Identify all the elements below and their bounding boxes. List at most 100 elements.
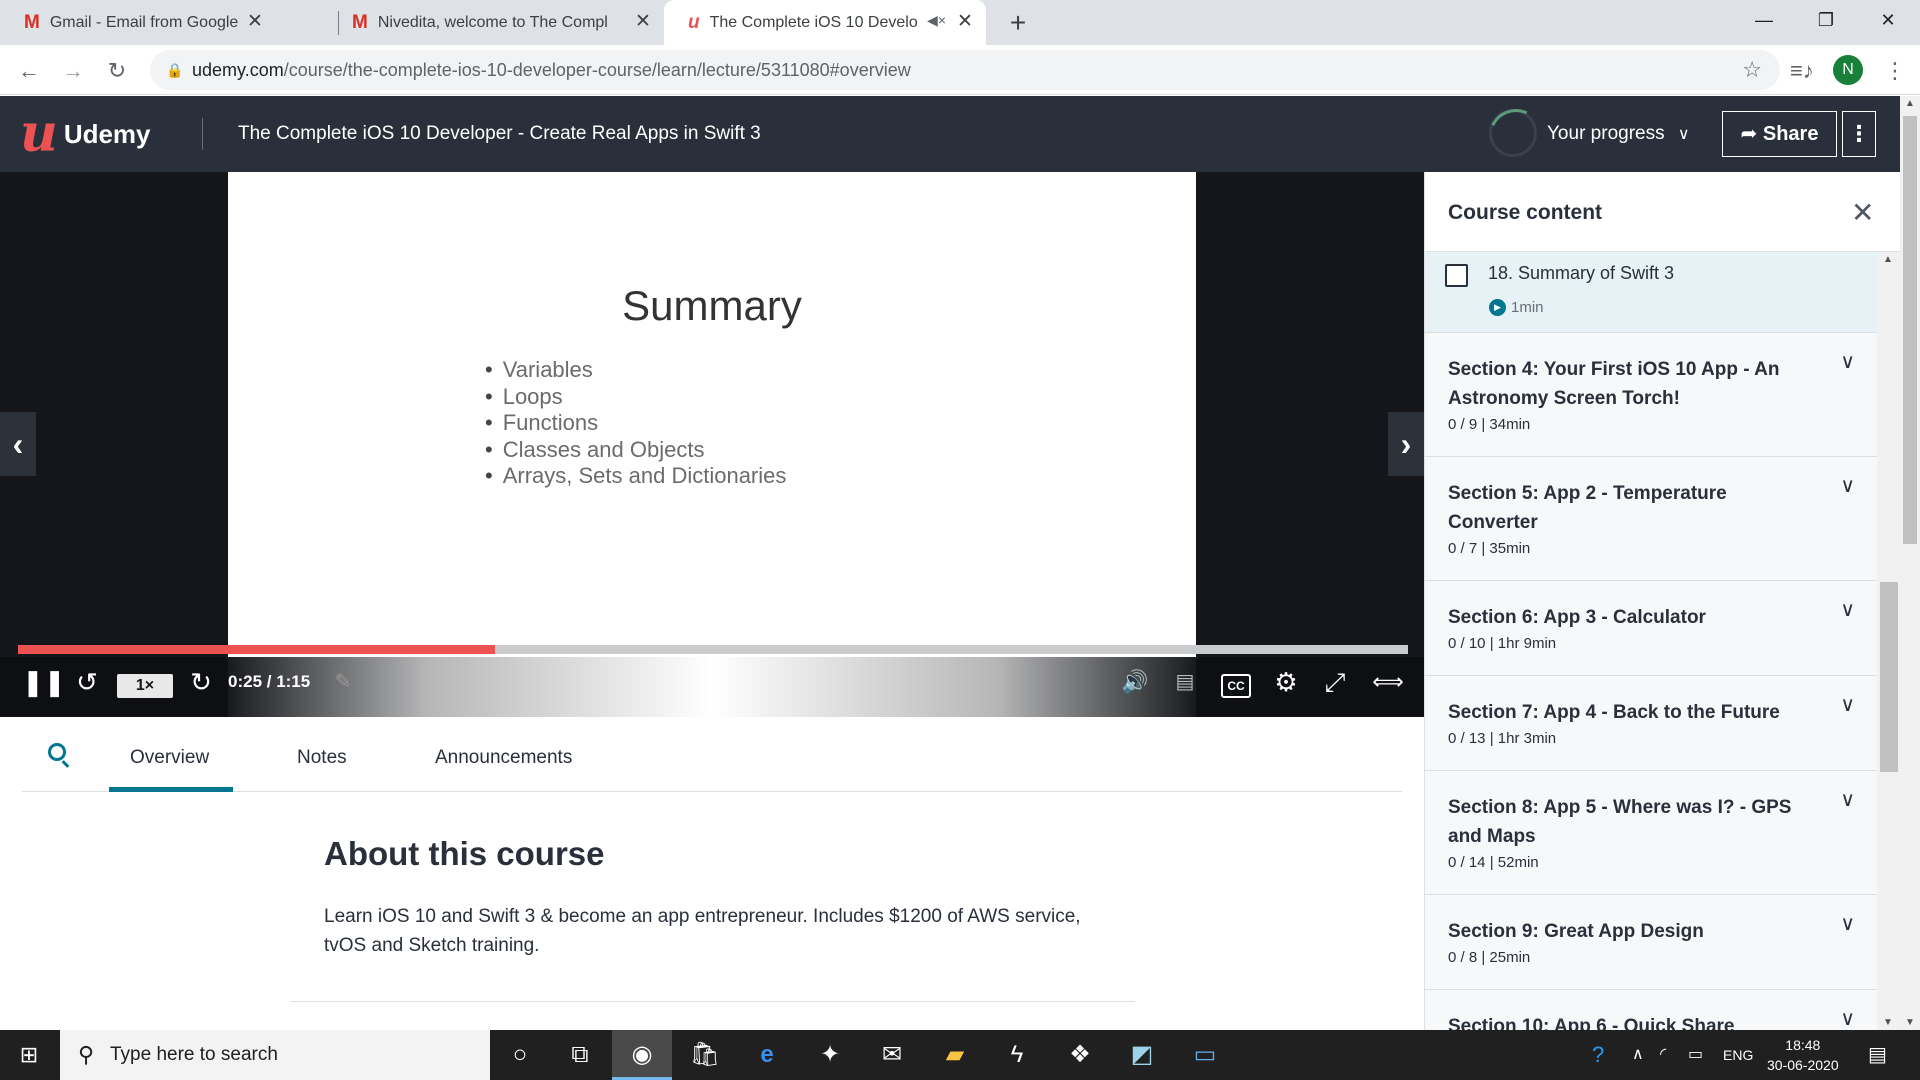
search-icon[interactable] [48,743,66,761]
app-lightning-icon[interactable]: ϟ [987,1030,1047,1080]
logo-text: Udemy [63,118,151,149]
language-indicator[interactable]: ENG [1723,1030,1753,1080]
windows-start-icon[interactable]: ⊞ [0,1030,58,1080]
chevron-down-icon: ∨ [1840,351,1855,373]
browser-tab-udemy[interactable]: u The Complete iOS 10 Develo ◀× ✕ [664,0,986,45]
task-view-icon[interactable]: ⧉ [550,1030,610,1080]
mail-icon[interactable]: ✉ [862,1030,922,1080]
minimize-icon[interactable]: — [1734,0,1794,40]
dropbox-icon[interactable]: ❖ [1050,1030,1110,1080]
section-item[interactable]: Section 6: App 3 - Calculator 0 / 10 | 1… [1425,581,1877,676]
forward-arrow-icon[interactable]: → [56,54,90,88]
chevron-down-icon: ∨ [1840,1008,1855,1030]
edge-icon[interactable]: e [737,1030,797,1080]
seek-bar[interactable] [18,645,1408,654]
notification-icon[interactable]: ▤ [1868,1030,1887,1080]
share-button[interactable]: ➦ Share [1722,111,1837,157]
fullscreen-icon[interactable]: ⤢ [1318,664,1352,700]
tab-overview[interactable]: Overview [130,717,209,792]
close-icon[interactable]: ✕ [1851,172,1874,254]
browser-menu-icon[interactable]: ⋮ [1880,54,1910,88]
taskbar-search[interactable]: ⚲ Type here to search [60,1030,490,1080]
section-title: Section 4: Your First iOS 10 App - An As… [1448,359,1780,409]
restore-icon[interactable]: ❐ [1796,0,1856,40]
udemy-logo-icon: u [20,103,58,164]
section-item[interactable]: Section 7: App 4 - Back to the Future 0 … [1425,676,1877,771]
pause-icon[interactable]: ❚❚ [22,664,66,700]
settings-gear-icon[interactable]: ⚙ [1269,664,1303,700]
clock[interactable]: 18:48 30-06-2020 [1767,1035,1839,1075]
current-lecture-item[interactable]: 18. Summary of Swift 3 ▶ 1min [1425,252,1877,333]
section-title: Section 5: App 2 - Temperature Converter [1448,483,1727,533]
video-player[interactable]: Summary Variables Loops Functions Classe… [0,172,1424,717]
share-arrow-icon: ➦ [1740,123,1758,145]
scroll-up-icon[interactable]: ▲ [1883,254,1893,265]
tab-notes[interactable]: Notes [297,717,347,792]
browser-tab-welcome[interactable]: M Nivedita, welcome to The Compl ✕ [328,0,664,45]
gmail-icon: M [24,11,40,33]
notepad-icon[interactable]: ◩ [1112,1030,1172,1080]
scroll-down-icon[interactable]: ▼ [1883,1017,1893,1028]
profile-avatar[interactable]: N [1833,55,1863,85]
sidebar-scrollbar[interactable]: ▲ ▼ [1877,252,1900,1030]
tab-announcements[interactable]: Announcements [435,717,572,792]
slide-bullet: Classes and Objects [485,437,786,464]
bookmark-star-icon[interactable]: ☆ [1742,50,1762,90]
more-options-button[interactable]: ⋮ [1842,111,1876,157]
slide-bullet: Loops [485,384,786,411]
app-icon[interactable]: ✦ [800,1030,860,1080]
audio-muted-icon[interactable]: ◀× [927,12,946,29]
close-icon[interactable]: ✕ [632,11,654,33]
chrome-icon[interactable]: ◉ [612,1030,672,1080]
lecture-checkbox[interactable] [1445,264,1468,287]
file-explorer-icon[interactable]: ▰ [925,1030,985,1080]
page-scroll-thumb[interactable] [1903,116,1917,544]
section-item[interactable]: Section 10: App 6 - Quick Share ∨ [1425,990,1877,1030]
section-title: Section 7: App 4 - Back to the Future [1448,702,1780,723]
section-item[interactable]: Section 4: Your First iOS 10 App - An As… [1425,333,1877,457]
reload-icon[interactable]: ↻ [100,54,134,88]
browser-tab-bar: M Gmail - Email from Google ✕ M Nivedita… [0,0,1920,45]
rewind-icon[interactable]: ↺ [72,664,102,700]
clock-time: 18:48 [1785,1037,1821,1053]
page-scrollbar[interactable]: ▲ ▼ [1900,96,1920,1030]
course-title[interactable]: The Complete iOS 10 Developer - Create R… [238,96,761,172]
volume-icon[interactable]: 🔊 [1120,664,1150,700]
store-icon[interactable]: 🛍 [675,1030,735,1080]
sidebar-scroll-thumb[interactable] [1880,582,1898,772]
help-icon[interactable]: ? [1592,1030,1604,1080]
playback-speed-button[interactable]: 1× [117,674,173,698]
your-progress-dropdown[interactable]: Your progress ∨ [1547,96,1690,173]
battery-icon[interactable]: ▭ [1688,1030,1703,1080]
next-lecture-icon[interactable]: › [1388,412,1424,476]
back-arrow-icon[interactable]: ← [12,54,46,88]
media-control-icon[interactable]: ≡♪ [1790,54,1814,88]
cortana-icon[interactable]: ○ [490,1030,550,1080]
scroll-up-icon[interactable]: ▲ [1905,98,1915,109]
forward-icon[interactable]: ↻ [186,664,216,700]
wifi-icon[interactable]: ◜ [1660,1030,1666,1080]
section-item[interactable]: Section 9: Great App Design 0 / 8 | 25mi… [1425,895,1877,990]
browser-tab-gmail[interactable]: M Gmail - Email from Google ✕ [0,0,276,45]
progress-ring-icon[interactable] [1489,109,1537,157]
close-icon[interactable]: ✕ [244,11,266,33]
tab-title: Gmail - Email from Google [49,13,239,31]
scroll-down-icon[interactable]: ▼ [1905,1017,1915,1028]
udemy-header: u Udemy The Complete iOS 10 Developer - … [0,96,1900,172]
close-icon[interactable]: ✕ [954,11,976,33]
transcript-icon[interactable]: ▤ [1170,664,1200,700]
expand-width-icon[interactable]: ⟺ [1368,664,1408,700]
remote-desktop-icon[interactable]: ▭ [1175,1030,1235,1080]
section-item[interactable]: Section 5: App 2 - Temperature Converter… [1425,457,1877,581]
chevron-down-icon: ∨ [1840,694,1855,716]
previous-lecture-icon[interactable]: ‹ [0,412,36,476]
window-close-icon[interactable]: ✕ [1858,0,1918,40]
note-icon[interactable]: ✎ [330,664,356,700]
chevron-up-icon[interactable]: ∧ [1632,1030,1644,1080]
search-icon: ⚲ [78,1042,95,1067]
captions-button[interactable]: CC [1221,674,1251,698]
new-tab-button[interactable]: + [1002,8,1034,38]
section-item[interactable]: Section 8: App 5 - Where was I? - GPS an… [1425,771,1877,895]
url-input[interactable]: 🔒 udemy.com/course/the-complete-ios-10-d… [150,50,1780,90]
udemy-logo[interactable]: u Udemy [20,108,151,160]
